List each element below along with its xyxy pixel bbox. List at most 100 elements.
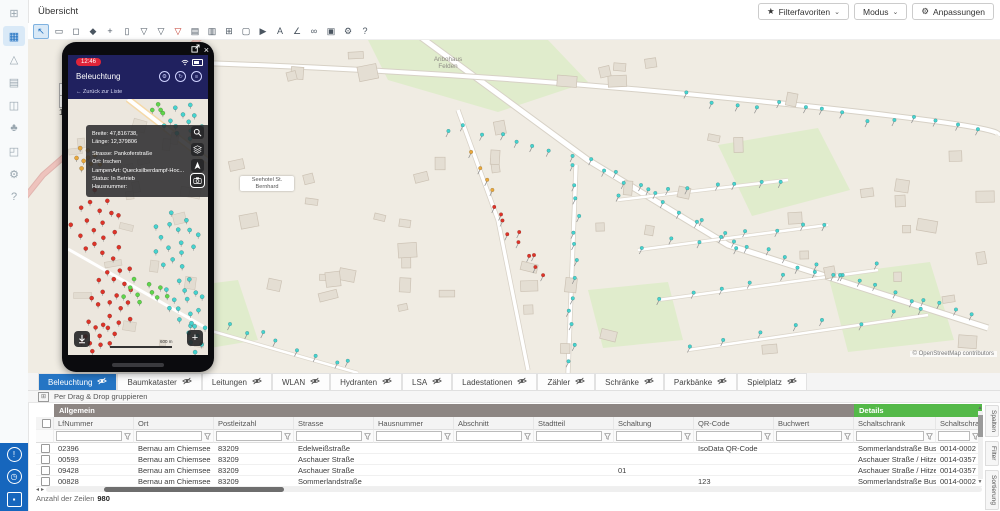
sidebar-item-reports[interactable]: ◫ (3, 95, 25, 115)
group-by-bar[interactable]: ⊞ Per Drag & Drop gruppieren (28, 390, 1000, 403)
label-text-icon[interactable]: A (273, 25, 287, 38)
export-icon[interactable]: ▶ (256, 25, 270, 38)
sidebar-item-trees[interactable]: ♣ (3, 118, 25, 138)
table-row[interactable]: 00593Bernau am Chiemsee83209Aschauer Str… (36, 454, 982, 465)
search-icon[interactable] (191, 126, 204, 139)
navigate-icon[interactable] (191, 159, 204, 172)
sidebar-item-help[interactable]: ? (3, 187, 25, 207)
eye-off-icon[interactable] (310, 377, 320, 387)
eye-off-icon[interactable] (575, 377, 585, 387)
sidebar-item-archive[interactable]: ◰ (3, 141, 25, 161)
column-header-hausnummer[interactable]: Hausnummer (374, 417, 454, 430)
sidebar-bottom-app-switch[interactable]: ▪ (7, 492, 22, 507)
row-checkbox[interactable] (36, 465, 54, 476)
tab-parkbänke[interactable]: Parkbänke (664, 373, 737, 390)
filter-input-stadtteil[interactable] (536, 431, 602, 441)
layers-icon[interactable] (191, 143, 204, 156)
tab-beleuchtung[interactable]: Beleuchtung (38, 373, 117, 390)
eye-off-icon[interactable] (182, 377, 192, 387)
print-icon[interactable]: ▣ (324, 25, 338, 38)
filter-input-buchwert[interactable] (776, 431, 842, 441)
help-icon[interactable]: ? (358, 25, 372, 38)
filter-input-abschnitt[interactable] (456, 431, 522, 441)
table-row[interactable]: 02396Bernau am Chiemsee83209Edelweißstra… (36, 443, 982, 454)
print-settings-icon[interactable]: ⚙ (341, 25, 355, 38)
sidebar-bottom-history[interactable]: ◷ (7, 469, 22, 484)
tab-zähler[interactable]: Zähler (537, 373, 595, 390)
paste-icon[interactable]: ▥ (205, 25, 219, 38)
scroll-right-icon[interactable]: ▸ (41, 486, 44, 493)
copy-icon[interactable]: ▤ (188, 25, 202, 38)
tab-leitungen[interactable]: Leitungen (202, 373, 272, 390)
side-panel-spalten[interactable]: Spalten (985, 405, 999, 437)
scrollbar-thumb[interactable] (104, 487, 284, 492)
filter-input-qr-code[interactable] (696, 431, 762, 441)
tab-hydranten[interactable]: Hydranten (330, 373, 402, 390)
close-icon[interactable]: × (204, 45, 209, 55)
menu-icon[interactable]: ≡ (191, 71, 202, 82)
tab-ladestationen[interactable]: Ladestationen (452, 373, 537, 390)
grid-vertical-scrollbar[interactable]: ▲ ▼ (976, 405, 984, 485)
column-header-buchwert[interactable]: Buchwert (774, 417, 854, 430)
column-header-abschnitt[interactable]: Abschnitt (454, 417, 534, 430)
tab-baumkataster[interactable]: Baumkataster (117, 373, 201, 390)
column-header-stadtteil[interactable]: Stadtteil (534, 417, 614, 430)
select-all-checkbox[interactable] (36, 417, 54, 430)
tab-wlan[interactable]: WLAN (272, 373, 330, 390)
eye-off-icon[interactable] (787, 377, 797, 387)
filterfavoriten-button[interactable]: ★ Filterfavoriten ⌄ (758, 3, 849, 20)
filter-input-schaltschrank[interactable] (856, 431, 924, 441)
open-external-icon[interactable] (191, 44, 200, 55)
delete-icon[interactable]: ▯ (120, 25, 134, 38)
select-lasso-icon[interactable]: ◻ (69, 25, 83, 38)
filter-clear-icon[interactable]: ▽ (171, 25, 185, 38)
modus-button[interactable]: Modus ⌄ (854, 3, 907, 20)
sidebar-bottom-notifications[interactable]: ! (7, 447, 22, 462)
select-rect-icon[interactable]: ▭ (52, 25, 66, 38)
refresh-icon[interactable]: ↻ (175, 71, 186, 82)
eye-off-icon[interactable] (97, 377, 107, 387)
sidebar-item-menu[interactable]: ⊞ (3, 3, 25, 23)
scroll-left-icon[interactable]: ◂ (36, 486, 39, 493)
eye-off-icon[interactable] (717, 377, 727, 387)
filter-input-schaltschranknummer[interactable] (938, 431, 970, 441)
pointer-icon[interactable]: ↖ (33, 24, 49, 39)
scrollbar-thumb[interactable] (978, 415, 983, 437)
row-checkbox[interactable] (36, 454, 54, 465)
phone-zoom-in-button[interactable]: + (187, 330, 203, 346)
filter-input-strasse[interactable] (296, 431, 362, 441)
column-header-postleitzahl[interactable]: Postleitzahl (214, 417, 294, 430)
link-icon[interactable]: ∞ (307, 25, 321, 38)
filter-input-lfnummer[interactable] (56, 431, 122, 441)
measure-icon[interactable]: ∠ (290, 25, 304, 38)
move-icon[interactable]: + (103, 25, 117, 38)
sidebar-item-settings[interactable]: ⚙ (3, 164, 25, 184)
column-header-schaltung[interactable]: Schaltung (614, 417, 694, 430)
marker-icon[interactable]: ◆ (86, 25, 100, 38)
sidebar-item-hierarchy[interactable]: △ (3, 49, 25, 69)
download-icon[interactable] (74, 331, 90, 347)
eye-off-icon[interactable] (644, 377, 654, 387)
sidebar-item-map-module[interactable]: ▦ (3, 26, 25, 46)
side-panel-sortierung[interactable]: Sortierung (985, 470, 999, 510)
grid-horizontal-scrollbar[interactable]: ◂ ▸ (36, 486, 982, 493)
camera-icon[interactable] (191, 174, 204, 187)
column-header-strasse[interactable]: Strasse (294, 417, 374, 430)
filter-input-hausnummer[interactable] (376, 431, 442, 441)
phone-back-link[interactable]: ← Zurück zur Liste (76, 89, 122, 95)
eye-off-icon[interactable] (517, 377, 527, 387)
gear-icon[interactable]: ⚙ (159, 71, 170, 82)
filter-input-postleitzahl[interactable] (216, 431, 282, 441)
filter-add-icon[interactable]: ▽ (154, 25, 168, 38)
filter-icon[interactable]: ▽ (137, 25, 151, 38)
tab-schränke[interactable]: Schränke (595, 373, 664, 390)
tab-spielplatz[interactable]: Spielplatz (737, 373, 807, 390)
column-header-qr-code[interactable]: QR-Code (694, 417, 774, 430)
anpassungen-button[interactable]: ⚙ Anpassungen (912, 3, 994, 20)
column-header-lfnummer[interactable]: LfNummer (54, 417, 134, 430)
eye-off-icon[interactable] (382, 377, 392, 387)
scroll-down-icon[interactable]: ▼ (978, 479, 983, 485)
side-panel-filter[interactable]: Filter (985, 441, 999, 465)
eye-off-icon[interactable] (252, 377, 262, 387)
tab-lsa[interactable]: LSA (402, 373, 452, 390)
